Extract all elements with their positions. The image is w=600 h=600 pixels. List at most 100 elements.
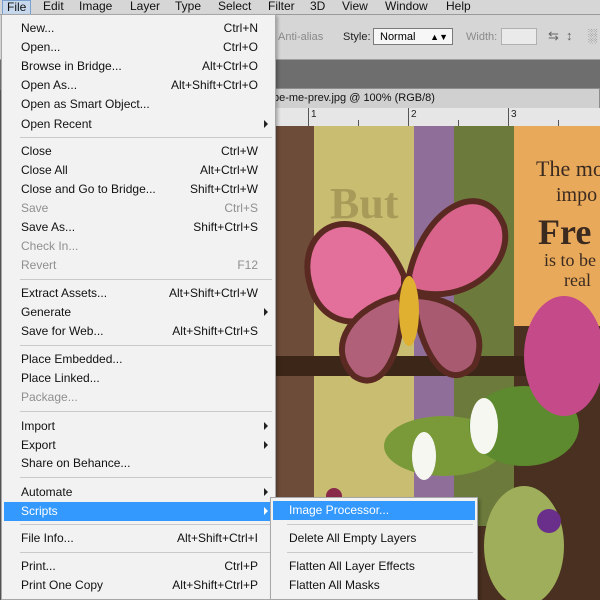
menu-item-label: File Info... — [21, 531, 74, 545]
menu-edit[interactable]: Edit — [39, 0, 68, 14]
menu-item-label: Export — [21, 438, 56, 452]
menu-item-export[interactable]: Export — [4, 436, 273, 455]
menu-item-label: Place Linked... — [21, 371, 100, 385]
menu-window[interactable]: Window — [381, 0, 432, 14]
menu-item-open-as[interactable]: Open As... Alt+Shift+Ctrl+O — [4, 76, 273, 95]
menu-item-print-one-copy[interactable]: Print One Copy Alt+Shift+Ctrl+P — [4, 576, 273, 595]
menu-item-label: Open As... — [21, 78, 78, 92]
menu-item-label: Open... — [21, 40, 61, 54]
menu-item-file-info[interactable]: File Info... Alt+Shift+Ctrl+I — [4, 529, 273, 548]
menu-image[interactable]: Image — [75, 0, 116, 14]
ruler-tick — [408, 108, 409, 126]
menu-item-new[interactable]: New... Ctrl+N — [4, 19, 273, 38]
menu-item-scripts[interactable]: Scripts — [4, 502, 273, 521]
menu-item-label: Place Embedded... — [21, 352, 123, 366]
menu-item-label: Save — [21, 201, 49, 215]
menu-item-shortcut: Shift+Ctrl+S — [193, 220, 258, 234]
menu-item-revert[interactable]: Revert F12 — [4, 256, 273, 275]
menu-item-open[interactable]: Open... Ctrl+O — [4, 38, 273, 57]
submenu-item-flatten-all-layer-effects[interactable]: Flatten All Layer Effects — [273, 557, 475, 576]
menu-item-label: Close — [21, 144, 52, 158]
menu-item-close-and-go-to-bridge[interactable]: Close and Go to Bridge... Shift+Ctrl+W — [4, 180, 273, 199]
menu-item-label: Close and Go to Bridge... — [21, 182, 156, 196]
menu-item-label: New... — [21, 21, 55, 35]
submenu-item-label: Flatten All Layer Effects — [289, 559, 415, 573]
swap-icon[interactable]: ⇆ — [548, 28, 559, 44]
menu-item-check-in[interactable]: Check In... — [4, 237, 273, 256]
menu-item-package[interactable]: Package... — [4, 388, 273, 407]
width-label: Width: — [466, 31, 498, 43]
quote-line: is to be — [544, 250, 596, 270]
menu-help[interactable]: Help — [442, 0, 475, 14]
antialias-label[interactable]: Anti-alias — [278, 31, 323, 43]
menu-filter[interactable]: Filter — [264, 0, 299, 14]
submenu-item-image-processor[interactable]: Image Processor... — [273, 501, 475, 520]
menu-item-label: Save As... — [21, 220, 76, 234]
menu-item-share-on-behance[interactable]: Share on Behance... — [4, 454, 273, 473]
menu-separator — [287, 524, 473, 525]
menu-item-save-for-web[interactable]: Save for Web... Alt+Shift+Ctrl+S — [4, 322, 273, 341]
submenu-item-flatten-all-masks[interactable]: Flatten All Masks — [273, 576, 475, 595]
menu-item-shortcut: Alt+Shift+Ctrl+P — [172, 578, 258, 592]
menu-layer[interactable]: Layer — [126, 0, 164, 14]
menu-item-close-all[interactable]: Close All Alt+Ctrl+W — [4, 161, 273, 180]
horizontal-ruler[interactable]: 1 2 3 — [260, 108, 600, 127]
menu-item-label: Print... — [21, 559, 56, 573]
menu-item-open-as-smart-object[interactable]: Open as Smart Object... — [4, 95, 273, 114]
menu-item-label: Scripts — [21, 504, 58, 518]
menu-item-label: Automate — [21, 485, 73, 499]
menu-item-open-recent[interactable]: Open Recent — [4, 115, 273, 134]
menu-item-print[interactable]: Print... Ctrl+P — [4, 557, 273, 576]
quote-line: impo — [556, 184, 597, 206]
menu-item-shortcut: Alt+Ctrl+O — [201, 59, 258, 73]
menu-item-label: Browse in Bridge... — [21, 59, 122, 73]
menu-item-label: Revert — [21, 258, 57, 272]
menu-file[interactable]: File — [2, 0, 32, 14]
menu-view[interactable]: View — [338, 0, 372, 14]
quote-line: The mo — [536, 156, 600, 181]
submenu-arrow-icon — [264, 422, 268, 430]
menu-item-label: Open Recent — [21, 117, 92, 131]
artwork-word: But — [330, 179, 399, 228]
menu-item-import[interactable]: Import — [4, 417, 273, 436]
updown-arrow-icon: ▲▼ — [430, 32, 448, 42]
menu-item-shortcut: Alt+Shift+Ctrl+I — [176, 531, 258, 545]
menu-item-label: Extract Assets... — [21, 286, 108, 300]
ruler-label: 2 — [411, 109, 417, 120]
ruler-tick — [308, 108, 309, 126]
menu-item-browse-in-bridge[interactable]: Browse in Bridge... Alt+Ctrl+O — [4, 57, 273, 76]
document-tab[interactable]: be-me-prev.jpg @ 100% (RGB/8) — [260, 88, 600, 108]
menu-item-place-linked[interactable]: Place Linked... — [4, 369, 273, 388]
menu-item-extract-assets[interactable]: Extract Assets... Alt+Shift+Ctrl+W — [4, 284, 273, 303]
menu-separator — [20, 345, 272, 346]
submenu-item-label: Flatten All Masks — [289, 578, 380, 592]
menu-item-automate[interactable]: Automate — [4, 483, 273, 502]
scripts-submenu: Image Processor... Delete All Empty Laye… — [270, 497, 478, 600]
menu-item-save-as[interactable]: Save As... Shift+Ctrl+S — [4, 218, 273, 237]
menu-separator — [287, 552, 473, 553]
width-input[interactable] — [501, 28, 537, 45]
menu-item-label: Package... — [21, 390, 78, 404]
style-select[interactable]: Normal ▲▼ — [373, 28, 453, 45]
menu-separator — [20, 477, 272, 478]
submenu-arrow-icon — [264, 308, 268, 316]
menu-type[interactable]: Type — [171, 0, 205, 14]
menu-item-shortcut: Shift+Ctrl+W — [189, 182, 258, 196]
submenu-arrow-icon — [264, 120, 268, 128]
menu-3d[interactable]: 3D — [306, 0, 329, 14]
menu-item-shortcut: Ctrl+O — [222, 40, 258, 54]
menu-item-shortcut: Alt+Shift+Ctrl+W — [168, 286, 258, 300]
menu-select[interactable]: Select — [214, 0, 255, 14]
submenu-item-delete-all-empty-layers[interactable]: Delete All Empty Layers — [273, 529, 475, 548]
menu-item-shortcut: Alt+Ctrl+W — [199, 163, 258, 177]
menu-separator — [20, 137, 272, 138]
menu-item-generate[interactable]: Generate — [4, 303, 273, 322]
menu-item-label: Import — [21, 419, 56, 433]
menu-item-close[interactable]: Close Ctrl+W — [4, 142, 273, 161]
menu-bar: File Edit Image Layer Type Select Filter… — [0, 0, 600, 15]
menu-item-label: Close All — [21, 163, 68, 177]
ruler-label: 3 — [511, 109, 517, 120]
menu-item-place-embedded[interactable]: Place Embedded... — [4, 350, 273, 369]
height-input-stub[interactable]: ░ — [588, 28, 597, 43]
menu-item-save[interactable]: Save Ctrl+S — [4, 199, 273, 218]
